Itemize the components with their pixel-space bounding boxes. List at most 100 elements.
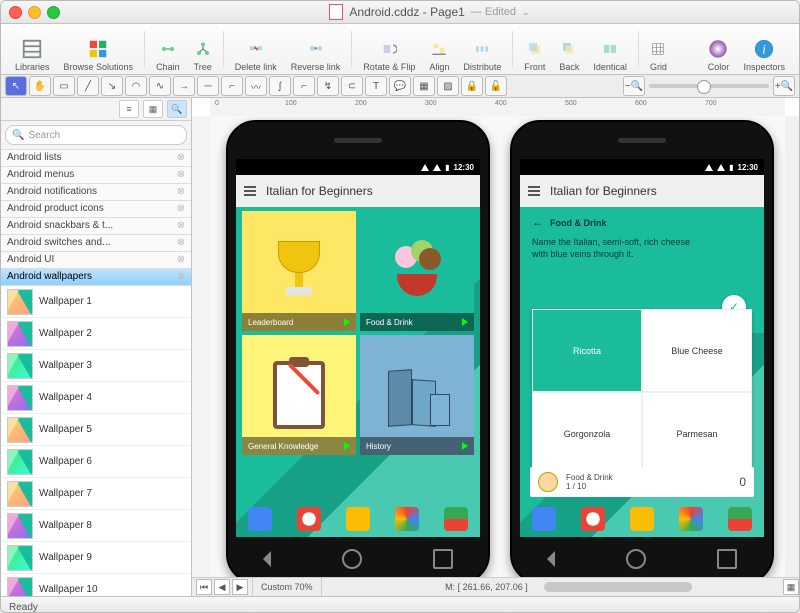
dock-icon[interactable] xyxy=(395,507,419,531)
front-button[interactable]: Front xyxy=(518,26,551,72)
connector-tool[interactable]: ↘ xyxy=(101,76,123,96)
dock-icon[interactable] xyxy=(728,507,752,531)
recent-nav-icon[interactable] xyxy=(433,549,453,569)
zoom-out-button[interactable]: −🔍 xyxy=(623,76,645,96)
close-icon[interactable] xyxy=(9,6,22,19)
hamburger-icon[interactable] xyxy=(528,186,540,196)
identical-button[interactable]: Identical xyxy=(587,26,633,72)
rect-tool[interactable]: ▭ xyxy=(53,76,75,96)
zoom-in-button[interactable]: +🔍 xyxy=(773,76,795,96)
libraries-button[interactable]: Libraries xyxy=(9,26,56,72)
close-icon[interactable]: ⊗ xyxy=(177,269,185,285)
align-button[interactable]: Align xyxy=(423,26,455,72)
close-icon[interactable]: ⊗ xyxy=(177,150,185,166)
close-icon[interactable]: ⊗ xyxy=(177,167,185,183)
chevron-down-icon[interactable]: ⌄ xyxy=(522,7,530,18)
inspectors-button[interactable]: iInspectors xyxy=(737,26,791,72)
list-item[interactable]: Wallpaper 1 xyxy=(1,286,191,318)
callout-tool[interactable]: 💬 xyxy=(389,76,411,96)
first-page-button[interactable]: ⏮ xyxy=(196,579,212,595)
tile-food-drink[interactable]: Food & Drink xyxy=(360,211,474,331)
polyline-tool[interactable]: ⌐ xyxy=(221,76,243,96)
close-icon[interactable]: ⊗ xyxy=(177,201,185,217)
tile-general-knowledge[interactable]: General Knowledge xyxy=(242,335,356,455)
dock-icon[interactable] xyxy=(679,507,703,531)
browse-solutions-button[interactable]: Browse Solutions xyxy=(58,26,140,72)
close-icon[interactable]: ⊗ xyxy=(177,184,185,200)
close-icon[interactable]: ⊗ xyxy=(177,252,185,268)
line2-tool[interactable]: ─ xyxy=(197,76,219,96)
category-item[interactable]: Android switches and...⊗ xyxy=(1,235,191,252)
arrow-tool[interactable]: → xyxy=(173,76,195,96)
list-item[interactable]: Wallpaper 2 xyxy=(1,318,191,350)
dock-icon[interactable] xyxy=(444,507,468,531)
back-nav-icon[interactable] xyxy=(547,551,555,567)
bezier-tool[interactable]: ∫ xyxy=(269,76,291,96)
ungroup-tool[interactable]: ▨ xyxy=(437,76,459,96)
list-item[interactable]: Wallpaper 9 xyxy=(1,542,191,574)
grid-view-button[interactable]: ▦ xyxy=(143,100,163,118)
search-input[interactable]: 🔍Search xyxy=(5,125,187,145)
list-item[interactable]: Wallpaper 10 xyxy=(1,574,191,596)
close-icon[interactable]: ⊗ xyxy=(177,235,185,251)
tile-leaderboard[interactable]: Leaderboard xyxy=(242,211,356,331)
text-tool[interactable]: T xyxy=(365,76,387,96)
hamburger-icon[interactable] xyxy=(244,186,256,196)
unlock-tool[interactable]: 🔓 xyxy=(485,76,507,96)
smart-tool[interactable]: ↯ xyxy=(317,76,339,96)
zoom-label[interactable]: Custom 70% xyxy=(252,578,322,596)
library-items[interactable]: Wallpaper 1 Wallpaper 2 Wallpaper 3 Wall… xyxy=(1,286,191,596)
list-item[interactable]: Wallpaper 3 xyxy=(1,350,191,382)
arc-tool[interactable]: ◠ xyxy=(125,76,147,96)
list-item[interactable]: Wallpaper 8 xyxy=(1,510,191,542)
home-nav-icon[interactable] xyxy=(626,549,646,569)
pointer-tool[interactable]: ↖ xyxy=(5,76,27,96)
minimize-icon[interactable] xyxy=(28,6,41,19)
vertical-scrollbar[interactable] xyxy=(784,116,799,578)
category-item-selected[interactable]: Android wallpapers⊗ xyxy=(1,269,191,286)
hand-tool[interactable]: ✋ xyxy=(29,76,51,96)
home-nav-icon[interactable] xyxy=(342,549,362,569)
zoom-icon[interactable] xyxy=(47,6,60,19)
view-mode-button[interactable]: ▦ xyxy=(783,579,799,595)
distribute-button[interactable]: Distribute xyxy=(457,26,507,72)
canvas[interactable]: ▮ 12:30 Italian for Beginners Leaderboar… xyxy=(210,116,785,578)
dock-icon[interactable] xyxy=(581,507,605,531)
phone-mockup-2[interactable]: ▮ 12:30 Italian for Beginners ←Food & Dr… xyxy=(510,120,774,578)
line-tool[interactable]: ╱ xyxy=(77,76,99,96)
category-item[interactable]: Android lists⊗ xyxy=(1,150,191,167)
search-view-button[interactable]: 🔍 xyxy=(167,100,187,118)
category-item[interactable]: Android product icons⊗ xyxy=(1,201,191,218)
tree-button[interactable]: Tree xyxy=(188,26,218,72)
category-item[interactable]: Android notifications⊗ xyxy=(1,184,191,201)
back-arrow-icon[interactable]: ← xyxy=(532,215,544,229)
round-tool[interactable]: ⊂ xyxy=(341,76,363,96)
list-item[interactable]: Wallpaper 4 xyxy=(1,382,191,414)
list-item[interactable]: Wallpaper 7 xyxy=(1,478,191,510)
close-icon[interactable]: ⊗ xyxy=(177,218,185,234)
horizontal-scrollbar[interactable] xyxy=(532,582,779,592)
dock-icon[interactable] xyxy=(532,507,556,531)
answer-option[interactable]: Ricotta xyxy=(532,309,642,392)
category-item[interactable]: Android menus⊗ xyxy=(1,167,191,184)
answer-option[interactable]: Gorgonzola xyxy=(532,392,642,475)
dock-icon[interactable] xyxy=(630,507,654,531)
color-button[interactable]: Color xyxy=(701,26,735,72)
tile-history[interactable]: History xyxy=(360,335,474,455)
recent-nav-icon[interactable] xyxy=(717,549,737,569)
spline-tool[interactable]: ∿ xyxy=(149,76,171,96)
zoom-slider[interactable] xyxy=(649,84,769,88)
list-item[interactable]: Wallpaper 6 xyxy=(1,446,191,478)
curve-tool[interactable]: 〰 xyxy=(245,76,267,96)
dock-icon[interactable] xyxy=(248,507,272,531)
list-item[interactable]: Wallpaper 5 xyxy=(1,414,191,446)
back-nav-icon[interactable] xyxy=(263,551,271,567)
delete-link-button[interactable]: Delete link xyxy=(229,26,283,72)
dock-icon[interactable] xyxy=(297,507,321,531)
dock-icon[interactable] xyxy=(346,507,370,531)
category-item[interactable]: Android UI⊗ xyxy=(1,252,191,269)
prev-page-button[interactable]: ◀ xyxy=(214,579,230,595)
list-view-button[interactable]: ≡ xyxy=(119,100,139,118)
category-item[interactable]: Android snackbars & t...⊗ xyxy=(1,218,191,235)
chain-button[interactable]: Chain xyxy=(150,26,186,72)
